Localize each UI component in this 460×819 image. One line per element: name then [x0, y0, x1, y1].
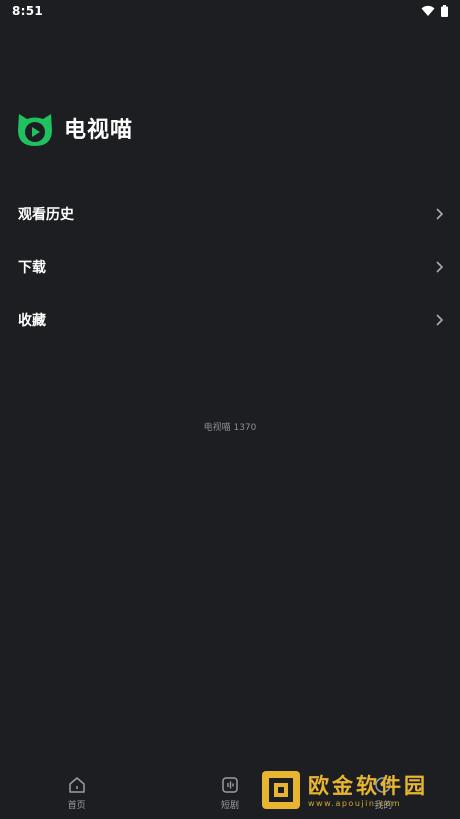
menu-item-label: 收藏 — [18, 312, 46, 329]
home-icon — [68, 777, 85, 793]
battery-icon — [441, 5, 448, 17]
version-text: 电视喵 1370 — [203, 423, 257, 433]
tab-label: 短剧 — [220, 801, 239, 811]
cat-play-logo-icon — [18, 114, 52, 146]
menu-item-history[interactable]: 观看历史 — [0, 187, 460, 240]
watermark-logo-icon — [262, 771, 300, 809]
brand-header: 电视喵 — [16, 108, 133, 148]
watermark: 欧金软件园 www.apoujin.com — [260, 767, 452, 813]
profile-menu: 观看历史 下载 收藏 — [0, 187, 460, 346]
watermark-url: www.apoujin.com — [308, 798, 402, 808]
menu-item-label: 下载 — [18, 259, 46, 276]
menu-item-favorites[interactable]: 收藏 — [0, 293, 460, 346]
tab-home[interactable]: 首页 — [32, 775, 122, 811]
chevron-right-icon — [436, 313, 444, 326]
chevron-right-icon — [436, 260, 444, 273]
app-name: 电视喵 — [64, 118, 134, 143]
chevron-right-icon — [436, 207, 444, 220]
tab-label: 首页 — [67, 801, 86, 811]
status-time: 8:51 — [12, 4, 44, 18]
short-drama-icon — [222, 777, 238, 793]
menu-item-label: 观看历史 — [18, 206, 74, 223]
wifi-icon — [421, 5, 435, 16]
status-icons — [421, 5, 448, 17]
menu-item-downloads[interactable]: 下载 — [0, 240, 460, 293]
watermark-text: 欧金软件园 — [308, 773, 428, 798]
status-bar: 8:51 — [0, 0, 460, 22]
